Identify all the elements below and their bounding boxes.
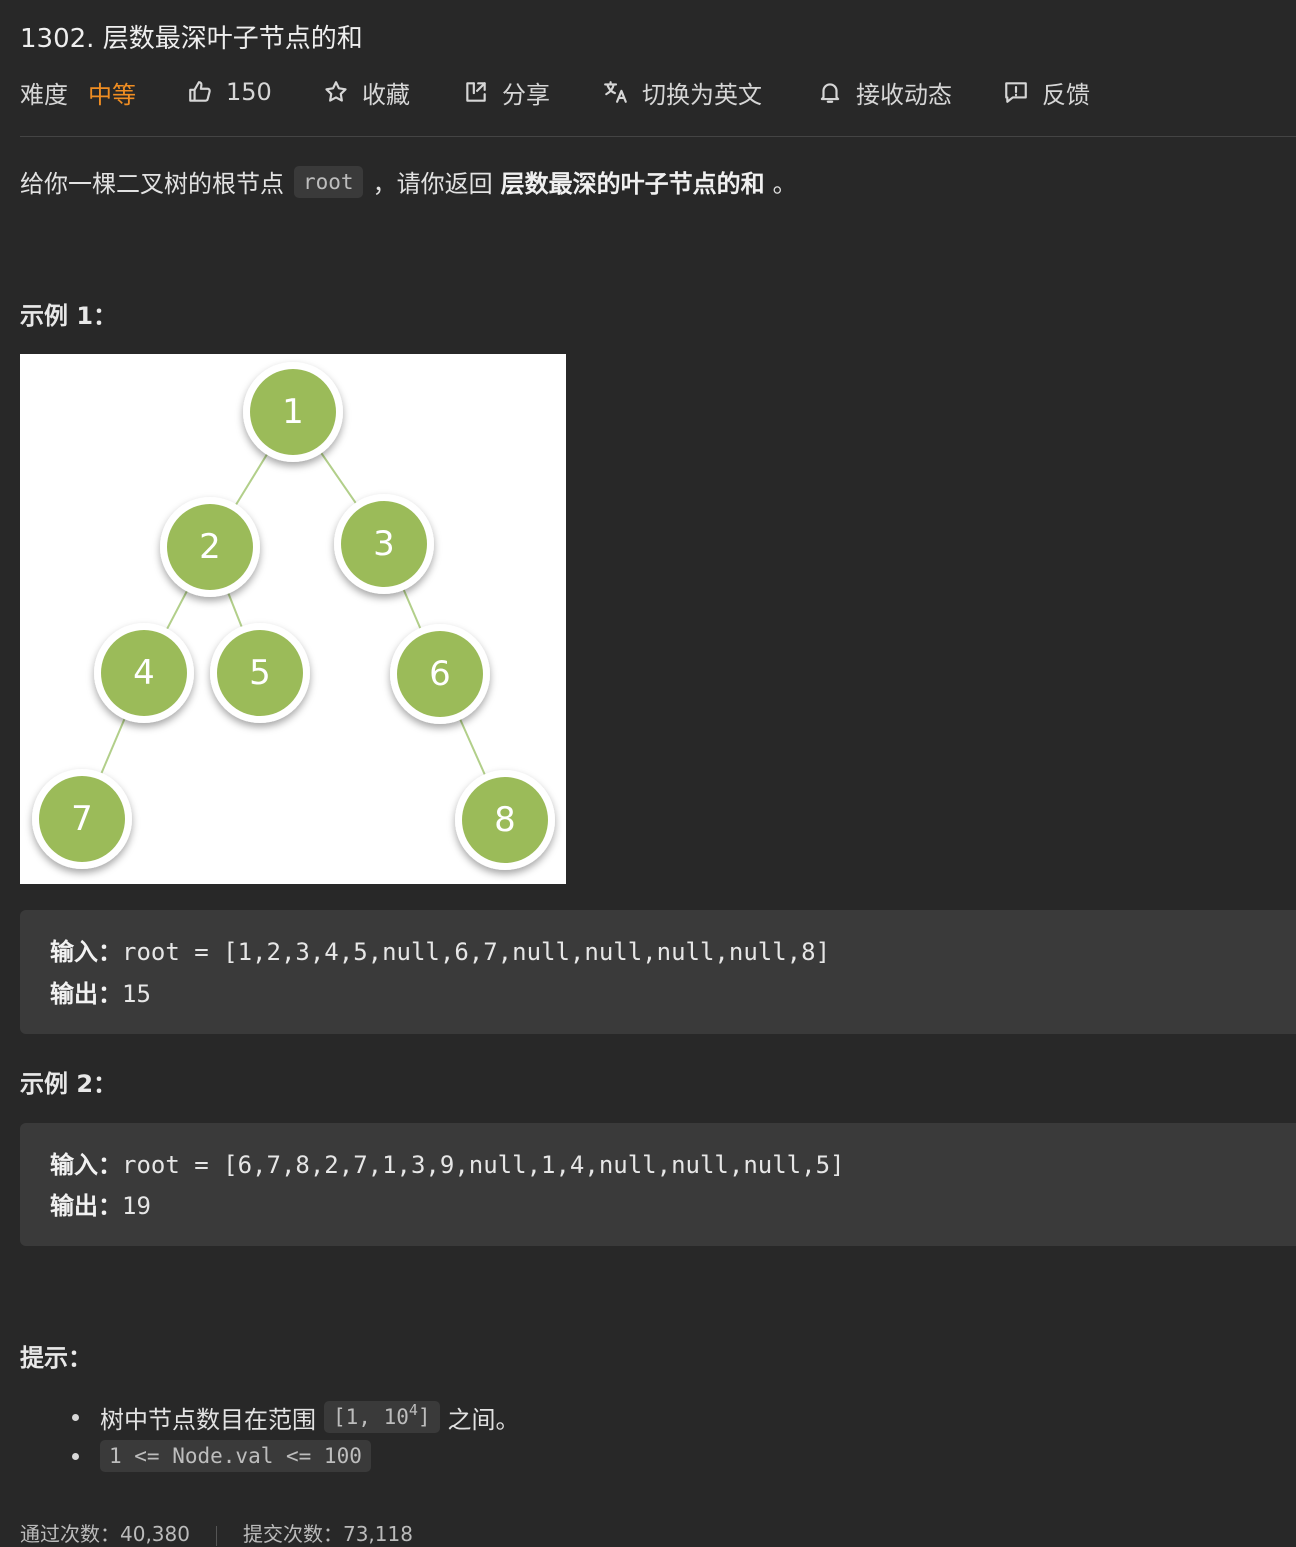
tip1-range-code: [1, 104] (324, 1401, 440, 1433)
example1-heading: 示例 1： (20, 302, 118, 330)
tree-node-label: 5 (249, 653, 271, 693)
output-value: 19 (122, 1192, 151, 1220)
feedback-button[interactable]: 反馈 (1002, 72, 1090, 112)
bullet-icon (72, 1413, 79, 1421)
toolbar-divider (20, 136, 1296, 137)
tip-item-1: 树中节点数目在范围 [1, 104] 之间。 (72, 1398, 520, 1436)
input-label: 输入： (50, 938, 122, 966)
tip1-suffix: 之间。 (447, 1405, 520, 1434)
submission-stats: 通过次数：40,380 提交次数：73,118 (20, 1518, 413, 1547)
feedback-icon (1002, 78, 1030, 106)
tree-node-label: 8 (494, 800, 516, 840)
tree-node-2: 2 (160, 497, 260, 597)
difficulty-label: 难度 (20, 80, 68, 109)
example2-input-line: 输入：root = [6,7,8,2,7,1,3,9,null,1,4,null… (50, 1145, 844, 1180)
page-title: 1302. 层数最深叶子节点的和 (20, 24, 363, 54)
tree-node-4: 4 (94, 623, 194, 723)
favorite-label: 收藏 (362, 80, 410, 109)
output-label: 输出： (50, 980, 122, 1008)
submitted-count: 提交次数：73,118 (242, 1522, 413, 1546)
translate-icon (602, 78, 630, 106)
like-button[interactable]: 150 (186, 72, 272, 112)
share-icon (462, 78, 490, 106)
binary-tree-figure: 1 2 3 4 5 6 7 8 (20, 354, 566, 884)
share-label: 分享 (502, 80, 550, 109)
bell-icon (816, 78, 844, 106)
favorite-button[interactable]: 收藏 (322, 72, 410, 112)
tree-node-label: 1 (282, 392, 304, 432)
problem-toolbar: 难度 中等 150 收藏 分享 切换为英文 接收动态 反馈 (20, 72, 1290, 112)
tree-node-label: 2 (199, 527, 221, 567)
passed-count: 通过次数：40,380 (20, 1522, 190, 1546)
tree-node-label: 4 (133, 653, 155, 693)
binary-tree-diagram: 1 2 3 4 5 6 7 8 (32, 362, 555, 870)
example1-input-line: 输入：root = [1,2,3,4,5,null,6,7,null,null,… (50, 932, 830, 967)
description-text-1: 给你一棵二叉树的根节点 (20, 170, 284, 198)
example1-output-line: 输出：15 (50, 974, 151, 1009)
subscribe-label: 接收动态 (856, 80, 952, 109)
input-value: root = [1,2,3,4,5,null,6,7,null,null,nul… (122, 938, 831, 966)
subscribe-button[interactable]: 接收动态 (816, 72, 952, 112)
tree-node-3: 3 (334, 494, 434, 594)
tip2-constraint-code: 1 <= Node.val <= 100 (100, 1440, 371, 1472)
description-text-2: ，请你返回 (372, 170, 493, 198)
bullet-icon (72, 1452, 79, 1460)
tree-node-5: 5 (210, 623, 310, 723)
output-value: 15 (122, 980, 151, 1008)
share-button[interactable]: 分享 (462, 72, 550, 112)
stats-divider (215, 1525, 217, 1546)
inline-code-root: root (294, 165, 363, 198)
switch-language-button[interactable]: 切换为英文 (602, 72, 762, 112)
tree-node-6: 6 (390, 624, 490, 724)
tree-node-8: 8 (455, 770, 555, 870)
input-value: root = [6,7,8,2,7,1,3,9,null,1,4,null,nu… (122, 1151, 845, 1179)
switch-language-label: 切换为英文 (642, 80, 762, 109)
difficulty-badge: 中等 (88, 80, 136, 109)
example2-output-line: 输出：19 (50, 1186, 151, 1221)
description-text-3: 。 (772, 170, 797, 198)
example2-heading: 示例 2： (20, 1070, 118, 1098)
description-bold: 层数最深的叶子节点的和 (500, 170, 765, 198)
tree-node-7: 7 (32, 769, 132, 869)
problem-description: 给你一棵二叉树的根节点 root ，请你返回 层数最深的叶子节点的和 。 (20, 164, 797, 199)
star-icon (322, 78, 350, 106)
tips-heading: 提示： (20, 1344, 92, 1372)
feedback-label: 反馈 (1042, 80, 1090, 109)
thumbs-up-icon (186, 78, 214, 106)
example1-code-block: 输入：root = [1,2,3,4,5,null,6,7,null,null,… (20, 910, 1296, 1034)
tree-node-label: 6 (429, 654, 451, 694)
tree-node-1: 1 (243, 362, 343, 462)
tree-node-label: 7 (71, 799, 93, 839)
output-label: 输出： (50, 1192, 122, 1220)
example2-code-block: 输入：root = [6,7,8,2,7,1,3,9,null,1,4,null… (20, 1123, 1296, 1246)
like-count: 150 (226, 78, 272, 106)
tree-node-label: 3 (373, 524, 395, 564)
input-label: 输入： (50, 1151, 122, 1179)
tip1-exponent: 4 (408, 1401, 418, 1419)
tip-item-2: 1 <= Node.val <= 100 (72, 1437, 379, 1475)
tip1-text: 树中节点数目在范围 (100, 1405, 316, 1434)
